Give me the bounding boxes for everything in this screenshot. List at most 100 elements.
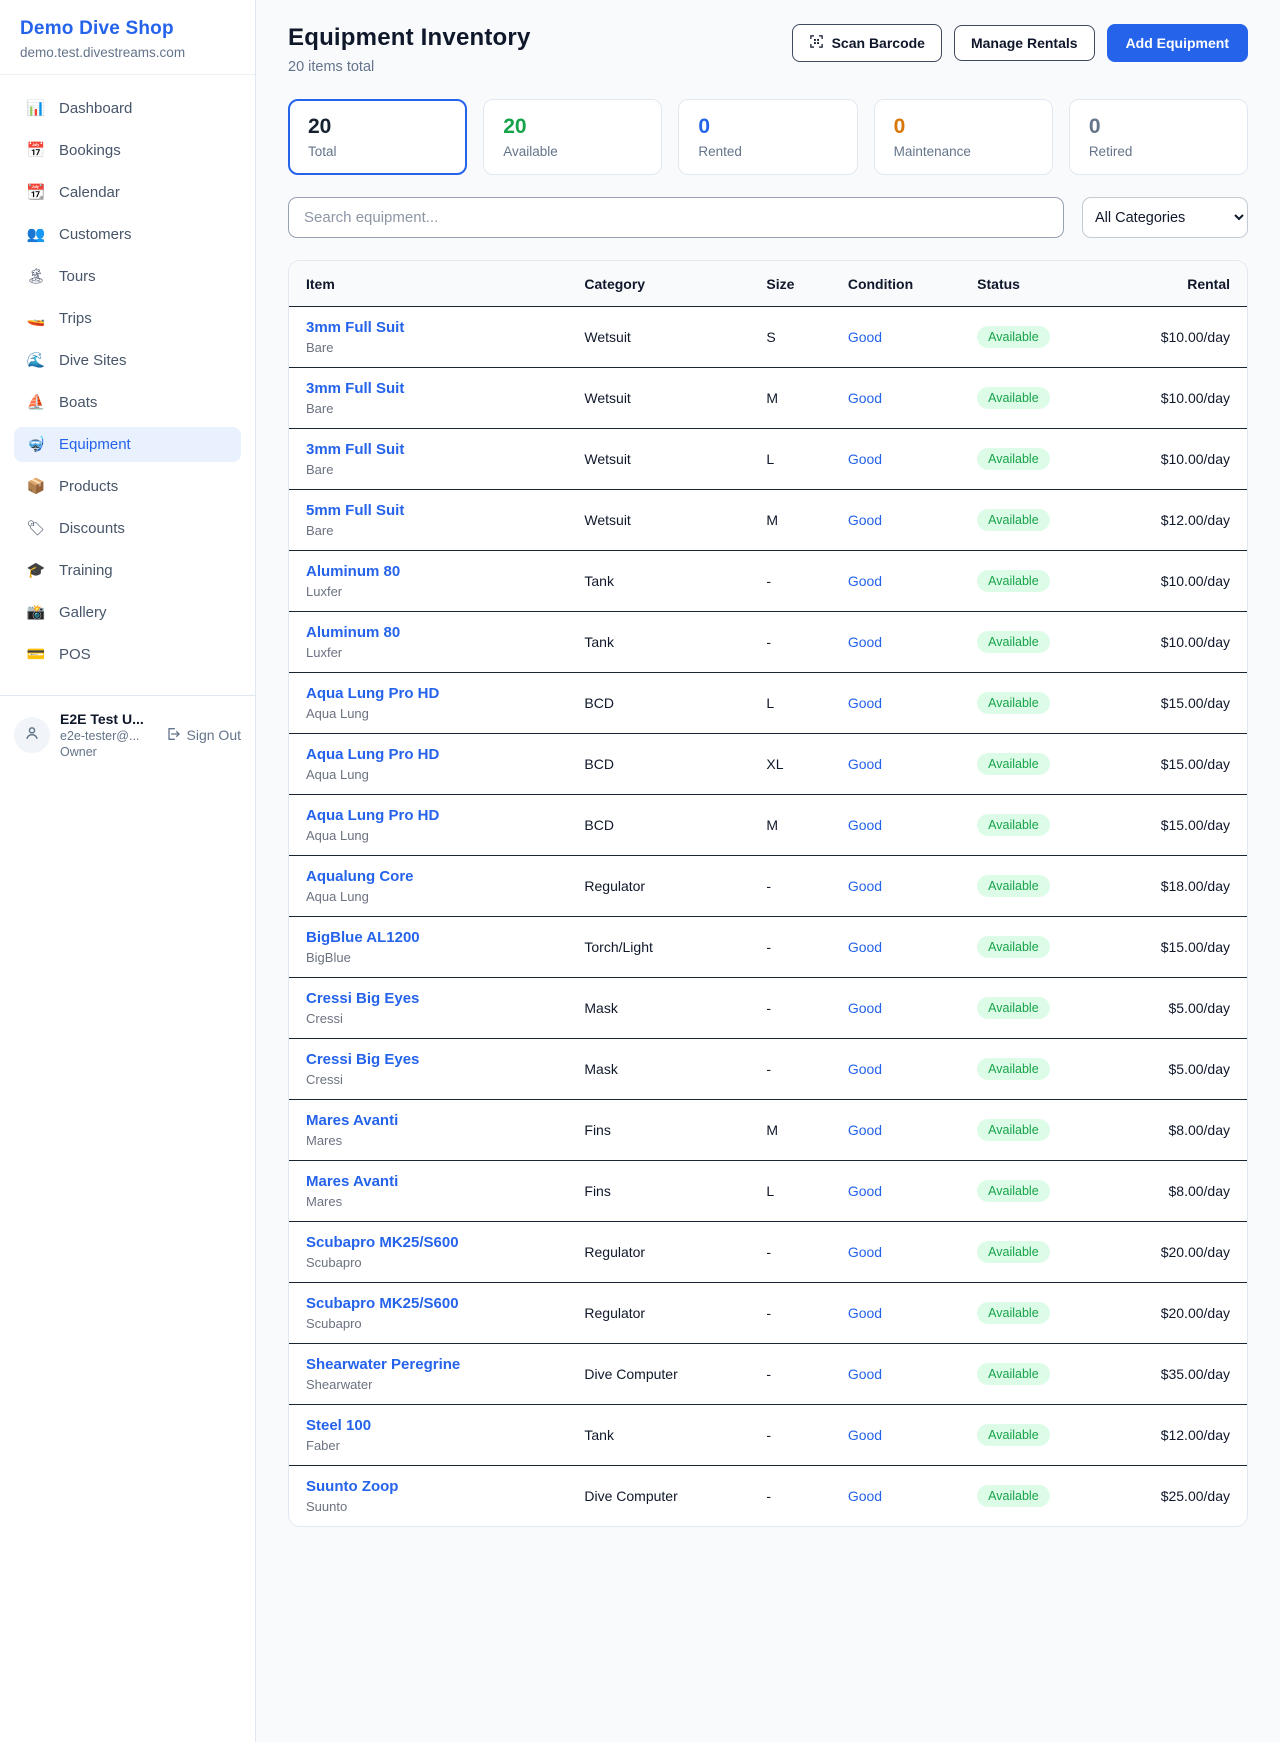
condition-link[interactable]: Good [848, 756, 882, 772]
sidebar-item-gallery[interactable]: 📸 Gallery [14, 595, 241, 630]
cell-category: Wetsuit [576, 490, 758, 551]
sidebar-item-equipment[interactable]: 🤿 Equipment [14, 427, 241, 462]
cell-size: - [758, 917, 839, 978]
item-name-link[interactable]: BigBlue AL1200 [306, 929, 420, 946]
stat-value: 0 [698, 115, 837, 139]
cell-rental: $20.00/day [1118, 1222, 1247, 1283]
item-name-link[interactable]: 5mm Full Suit [306, 502, 404, 519]
manage-rentals-button[interactable]: Manage Rentals [954, 25, 1095, 61]
item-name-link[interactable]: Cressi Big Eyes [306, 990, 419, 1007]
sidebar-item-dive-sites[interactable]: 🌊 Dive Sites [14, 343, 241, 378]
item-name-link[interactable]: Suunto Zoop [306, 1478, 398, 1495]
condition-link[interactable]: Good [848, 329, 882, 345]
condition-link[interactable]: Good [848, 451, 882, 467]
cell-category: Tank [576, 551, 758, 612]
table-header-row: Item Category Size Condition Status Rent… [289, 261, 1247, 307]
sidebar-item-calendar[interactable]: 📆 Calendar [14, 175, 241, 210]
condition-link[interactable]: Good [848, 695, 882, 711]
item-name-link[interactable]: Aqua Lung Pro HD [306, 807, 439, 824]
condition-link[interactable]: Good [848, 1183, 882, 1199]
main-content: Equipment Inventory 20 items total Scan … [256, 0, 1280, 1742]
table-row: Steel 100 Faber Tank - Good Available $1… [289, 1405, 1247, 1466]
search-input[interactable] [288, 197, 1064, 238]
sidebar-item-bookings[interactable]: 📅 Bookings [14, 133, 241, 168]
sidebar-item-boats[interactable]: ⛵ Boats [14, 385, 241, 420]
item-name-link[interactable]: Aqua Lung Pro HD [306, 746, 439, 763]
pos-icon: 💳 [26, 647, 46, 662]
sidebar-item-customers[interactable]: 👥 Customers [14, 217, 241, 252]
category-filter-select[interactable]: All Categories [1082, 197, 1248, 238]
stat-card-available[interactable]: 20 Available [483, 99, 662, 175]
cell-category: Dive Computer [576, 1344, 758, 1405]
status-badge: Available [977, 753, 1050, 775]
column-header-size: Size [758, 261, 839, 307]
item-brand: Scubapro [306, 1255, 568, 1270]
condition-link[interactable]: Good [848, 1244, 882, 1260]
condition-link[interactable]: Good [848, 939, 882, 955]
condition-link[interactable]: Good [848, 634, 882, 650]
item-name-link[interactable]: Scubapro MK25/S600 [306, 1234, 459, 1251]
condition-link[interactable]: Good [848, 1122, 882, 1138]
sidebar-item-pos[interactable]: 💳 POS [14, 637, 241, 672]
status-badge: Available [977, 936, 1050, 958]
cell-size: - [758, 612, 839, 673]
item-name-link[interactable]: 3mm Full Suit [306, 319, 404, 336]
item-brand: Faber [306, 1438, 568, 1453]
sidebar-item-tours[interactable]: 🏝 Tours [14, 259, 241, 294]
condition-link[interactable]: Good [848, 1000, 882, 1016]
item-name-link[interactable]: Aqualung Core [306, 868, 414, 885]
item-name-link[interactable]: Scubapro MK25/S600 [306, 1295, 459, 1312]
stat-card-retired[interactable]: 0 Retired [1069, 99, 1248, 175]
status-badge: Available [977, 509, 1050, 531]
item-name-link[interactable]: Aqua Lung Pro HD [306, 685, 439, 702]
condition-link[interactable]: Good [848, 817, 882, 833]
scan-barcode-button[interactable]: Scan Barcode [792, 24, 942, 62]
condition-link[interactable]: Good [848, 1488, 882, 1504]
sidebar-item-training[interactable]: 🎓 Training [14, 553, 241, 588]
item-name-link[interactable]: Mares Avanti [306, 1112, 398, 1129]
condition-link[interactable]: Good [848, 1427, 882, 1443]
sidebar-item-dashboard[interactable]: 📊 Dashboard [14, 91, 241, 126]
sign-out-button[interactable]: Sign Out [165, 726, 241, 745]
item-name-link[interactable]: Aluminum 80 [306, 624, 400, 641]
stat-label: Retired [1089, 144, 1228, 159]
item-brand: Bare [306, 462, 568, 477]
cell-category: Tank [576, 1405, 758, 1466]
cell-size: M [758, 490, 839, 551]
cell-size: - [758, 551, 839, 612]
condition-link[interactable]: Good [848, 1366, 882, 1382]
condition-link[interactable]: Good [848, 390, 882, 406]
condition-link[interactable]: Good [848, 1061, 882, 1077]
item-name-link[interactable]: Steel 100 [306, 1417, 371, 1434]
stat-card-rented[interactable]: 0 Rented [678, 99, 857, 175]
sign-out-label: Sign Out [187, 727, 241, 743]
item-name-link[interactable]: 3mm Full Suit [306, 441, 404, 458]
cell-size: - [758, 1466, 839, 1527]
equipment-table: Item Category Size Condition Status Rent… [289, 261, 1247, 1526]
item-name-link[interactable]: Cressi Big Eyes [306, 1051, 419, 1068]
item-name-link[interactable]: 3mm Full Suit [306, 380, 404, 397]
item-name-link[interactable]: Shearwater Peregrine [306, 1356, 460, 1373]
condition-link[interactable]: Good [848, 878, 882, 894]
stat-card-maintenance[interactable]: 0 Maintenance [874, 99, 1053, 175]
cell-size: - [758, 856, 839, 917]
sidebar-item-products[interactable]: 📦 Products [14, 469, 241, 504]
item-name-link[interactable]: Aluminum 80 [306, 563, 400, 580]
column-header-status: Status [969, 261, 1117, 307]
page-title: Equipment Inventory [288, 24, 531, 52]
condition-link[interactable]: Good [848, 573, 882, 589]
stat-label: Total [308, 144, 447, 159]
add-equipment-button[interactable]: Add Equipment [1107, 24, 1248, 62]
boats-icon: ⛵ [26, 395, 46, 410]
stat-card-total[interactable]: 20 Total [288, 99, 467, 175]
sidebar-item-trips[interactable]: 🚤 Trips [14, 301, 241, 336]
item-brand: Bare [306, 401, 568, 416]
cell-rental: $15.00/day [1118, 673, 1247, 734]
cell-rental: $15.00/day [1118, 917, 1247, 978]
item-name-link[interactable]: Mares Avanti [306, 1173, 398, 1190]
condition-link[interactable]: Good [848, 1305, 882, 1321]
training-icon: 🎓 [26, 563, 46, 578]
sidebar-item-discounts[interactable]: 🏷 Discounts [14, 511, 241, 546]
cell-category: Wetsuit [576, 307, 758, 368]
condition-link[interactable]: Good [848, 512, 882, 528]
